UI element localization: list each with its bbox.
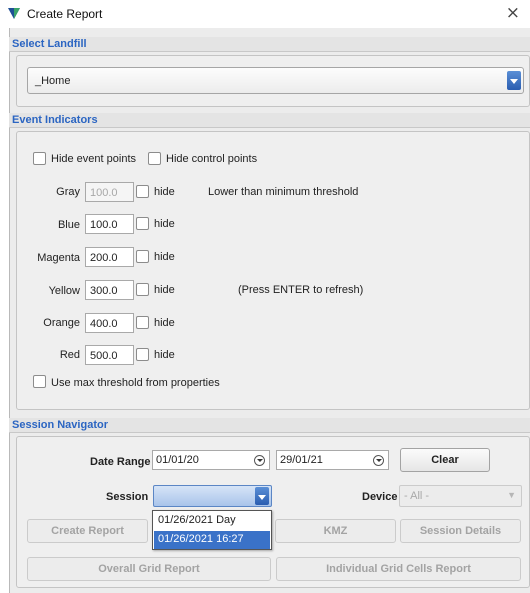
create-report-button: Create Report	[27, 519, 148, 543]
section-header-events: Event Indicators	[9, 113, 530, 128]
threshold-label-orange: Orange	[43, 317, 80, 329]
use-max-threshold-checkbox[interactable]	[33, 375, 46, 388]
gray-threshold-note: Lower than minimum threshold	[208, 186, 359, 198]
calendar-icon[interactable]	[373, 455, 384, 466]
threshold-label-blue: Blue	[57, 219, 80, 231]
device-select: - All - ▼	[399, 485, 522, 507]
threshold-label-gray: Gray	[56, 186, 80, 198]
session-dropdown-list: 01/26/2021 Day 01/26/2021 16:27	[152, 510, 272, 550]
landfill-selected-value: _Home	[35, 75, 71, 87]
overall-grid-report-button: Overall Grid Report	[27, 557, 271, 581]
session-option[interactable]: 01/26/2021 Day	[154, 512, 270, 530]
date-range-label: Date Range	[90, 456, 151, 468]
threshold-input-blue[interactable]: 100.0	[85, 214, 134, 234]
hide-blue-label: hide	[154, 218, 175, 230]
session-option-selected[interactable]: 01/26/2021 16:27	[154, 531, 270, 549]
use-max-threshold-label: Use max threshold from properties	[51, 377, 220, 389]
hide-red-label: hide	[154, 349, 175, 361]
device-label: Device	[362, 491, 398, 503]
hide-event-points-label: Hide event points	[51, 153, 136, 165]
chevron-down-icon: ▼	[507, 490, 516, 500]
hide-magenta-label: hide	[154, 251, 175, 263]
session-select[interactable]	[153, 485, 272, 507]
hide-yellow-label: hide	[154, 284, 175, 296]
section-header-navigator: Session Navigator	[9, 418, 530, 433]
section-header-landfill: Select Landfill	[9, 37, 530, 52]
event-indicators-panel	[16, 131, 530, 410]
hide-control-points-label: Hide control points	[166, 153, 258, 165]
hide-magenta-checkbox[interactable]	[136, 250, 149, 263]
chevron-down-icon[interactable]	[507, 71, 521, 90]
threshold-label-red: Red	[59, 349, 80, 361]
hide-orange-label: hide	[154, 317, 175, 329]
hide-blue-checkbox[interactable]	[136, 217, 149, 230]
threshold-label-magenta: Magenta	[37, 252, 80, 264]
hide-control-points-checkbox[interactable]	[148, 152, 161, 165]
session-label: Session	[106, 491, 149, 503]
title-bar: Create Report ×	[0, 0, 530, 28]
threshold-input-yellow[interactable]: 300.0	[85, 280, 134, 300]
date-from-value: 01/01/20	[156, 454, 199, 466]
date-from-field[interactable]: 01/01/20	[152, 450, 270, 470]
threshold-input-orange[interactable]: 400.0	[85, 313, 134, 333]
app-triangle-icon	[8, 8, 20, 19]
hide-gray-label: hide	[154, 186, 175, 198]
threshold-label-yellow: Yellow	[48, 285, 80, 297]
hide-gray-checkbox[interactable]	[136, 185, 149, 198]
clear-button[interactable]: Clear	[400, 448, 490, 472]
hide-event-points-checkbox[interactable]	[33, 152, 46, 165]
landfill-select[interactable]: _Home	[27, 67, 524, 94]
chevron-down-icon[interactable]	[255, 487, 269, 505]
hide-red-checkbox[interactable]	[136, 348, 149, 361]
date-to-value: 29/01/21	[280, 454, 323, 466]
hide-orange-checkbox[interactable]	[136, 316, 149, 329]
session-details-button: Session Details	[400, 519, 521, 543]
date-to-field[interactable]: 29/01/21	[276, 450, 389, 470]
calendar-icon[interactable]	[254, 455, 265, 466]
threshold-input-red[interactable]: 500.0	[85, 345, 134, 365]
window-title: Create Report	[27, 7, 103, 21]
threshold-input-magenta[interactable]: 200.0	[85, 247, 134, 267]
close-icon[interactable]: ×	[506, 3, 520, 23]
threshold-input-gray: 100.0	[85, 182, 134, 202]
kmz-button: KMZ	[275, 519, 396, 543]
refresh-hint: (Press ENTER to refresh)	[238, 284, 364, 296]
individual-grid-cells-report-button: Individual Grid Cells Report	[276, 557, 521, 581]
hide-yellow-checkbox[interactable]	[136, 283, 149, 296]
device-selected-value: - All -	[404, 490, 430, 502]
